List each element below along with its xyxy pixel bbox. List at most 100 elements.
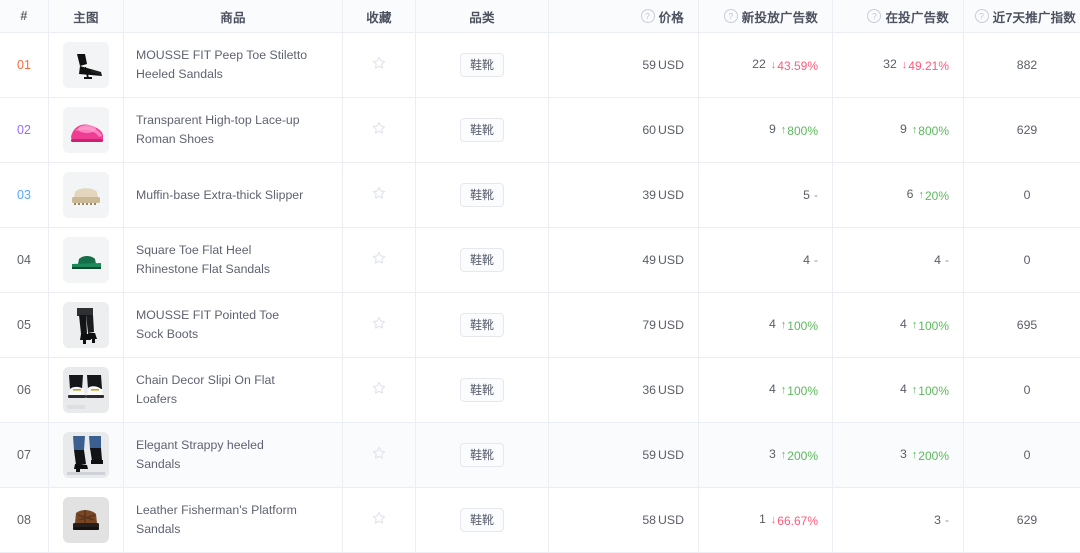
- column-header-image[interactable]: 主图: [49, 0, 124, 33]
- cell-price: 39USD: [549, 163, 699, 228]
- table-row[interactable]: 06 Chain Decor Slipi On FlatLoafers 鞋靴 3…: [0, 358, 1080, 423]
- product-name[interactable]: Chain Decor Slipi On FlatLoafers: [124, 371, 342, 409]
- star-outline-icon[interactable]: [371, 55, 387, 71]
- table-row[interactable]: 03 Muffin-base Extra-thick Slipper 鞋靴 39…: [0, 163, 1080, 228]
- table-row[interactable]: 04 Square Toe Flat HeelRhinestone Flat S…: [0, 228, 1080, 293]
- product-thumbnail-black-knee-high-sock-boot[interactable]: [63, 302, 109, 348]
- category-badge[interactable]: 鞋靴: [460, 248, 504, 272]
- product-name[interactable]: Square Toe Flat HeelRhinestone Flat Sand…: [124, 241, 342, 279]
- delta-value: 43.59%: [777, 59, 818, 73]
- cell-promo-index: 0: [964, 358, 1080, 423]
- table-row[interactable]: 07 Elegant Strappy heeledSandals 鞋靴 59US…: [0, 423, 1080, 488]
- cell-image[interactable]: [49, 228, 124, 293]
- product-thumbnail-beige-muffin-platform-slipper[interactable]: [63, 172, 109, 218]
- product-name-line1: Muffin-base Extra-thick Slipper: [136, 186, 330, 205]
- cell-product-name[interactable]: Transparent High-top Lace-upRoman Shoes: [124, 98, 343, 163]
- cell-category: 鞋靴: [416, 163, 549, 228]
- product-thumbnail-black-stiletto-heeled-sandal[interactable]: [63, 42, 109, 88]
- column-header-category[interactable]: 品类: [416, 0, 549, 33]
- cell-favorite[interactable]: [343, 488, 416, 553]
- cell-product-name[interactable]: MOUSSE FIT Peep Toe StilettoHeeled Sanda…: [124, 33, 343, 98]
- column-header-new-ads[interactable]: ? 新投放广告数: [699, 0, 833, 33]
- product-name[interactable]: Muffin-base Extra-thick Slipper: [124, 186, 342, 205]
- cell-favorite[interactable]: [343, 98, 416, 163]
- cell-favorite[interactable]: [343, 163, 416, 228]
- cell-promo-index: 695: [964, 293, 1080, 358]
- column-header-running-ads[interactable]: ? 在投广告数: [833, 0, 964, 33]
- cell-image[interactable]: [49, 33, 124, 98]
- category-badge[interactable]: 鞋靴: [460, 53, 504, 77]
- cell-image[interactable]: [49, 423, 124, 488]
- price-value: 49: [642, 253, 656, 267]
- cell-favorite[interactable]: [343, 33, 416, 98]
- cell-favorite[interactable]: [343, 358, 416, 423]
- delta-up: ↑100%: [781, 384, 818, 398]
- category-badge[interactable]: 鞋靴: [460, 508, 504, 532]
- cell-rank: 06: [0, 358, 49, 423]
- product-name-line2: Sandals: [136, 520, 330, 539]
- price-value: 79: [642, 318, 656, 332]
- cell-product-name[interactable]: Leather Fisherman's PlatformSandals: [124, 488, 343, 553]
- star-outline-icon[interactable]: [371, 185, 387, 201]
- question-circle-icon[interactable]: ?: [641, 9, 655, 23]
- cell-product-name[interactable]: Chain Decor Slipi On FlatLoafers: [124, 358, 343, 423]
- question-circle-icon[interactable]: ?: [975, 9, 989, 23]
- product-name[interactable]: Elegant Strappy heeledSandals: [124, 436, 342, 474]
- star-outline-icon[interactable]: [371, 250, 387, 266]
- cell-image[interactable]: [49, 488, 124, 553]
- arrow-up-icon: ↑: [912, 320, 918, 331]
- cell-product-name[interactable]: Muffin-base Extra-thick Slipper: [124, 163, 343, 228]
- cell-favorite[interactable]: [343, 423, 416, 488]
- category-badge[interactable]: 鞋靴: [460, 443, 504, 467]
- cell-product-name[interactable]: Elegant Strappy heeledSandals: [124, 423, 343, 488]
- cell-product-name[interactable]: MOUSSE FIT Pointed ToeSock Boots: [124, 293, 343, 358]
- category-badge[interactable]: 鞋靴: [460, 183, 504, 207]
- star-outline-icon[interactable]: [371, 120, 387, 136]
- column-header-product[interactable]: 商品: [124, 0, 343, 33]
- delta-value: 100%: [787, 319, 818, 333]
- product-ranking-table: # 主图 商品 收藏 品类 ? 价格 ?: [0, 0, 1080, 553]
- delta-value: 200%: [787, 449, 818, 463]
- product-name[interactable]: MOUSSE FIT Peep Toe StilettoHeeled Sanda…: [124, 46, 342, 84]
- delta-up: ↑800%: [912, 124, 949, 138]
- column-header-favorite[interactable]: 收藏: [343, 0, 416, 33]
- table-row[interactable]: 02 Transparent High-top Lace-upRoman Sho…: [0, 98, 1080, 163]
- running-ads-value: 32: [883, 57, 897, 71]
- product-thumbnail-green-flat-slide-sandal[interactable]: [63, 237, 109, 283]
- price-unit: USD: [658, 58, 684, 72]
- question-circle-icon[interactable]: ?: [724, 9, 738, 23]
- delta-down: ↓66.67%: [771, 514, 818, 528]
- cell-image[interactable]: [49, 358, 124, 423]
- rank-value: 05: [17, 318, 31, 332]
- product-thumbnail-pink-transparent-roman-shoe[interactable]: [63, 107, 109, 153]
- product-name[interactable]: Leather Fisherman's PlatformSandals: [124, 501, 342, 539]
- star-outline-icon[interactable]: [371, 380, 387, 396]
- price-value: 59: [642, 58, 656, 72]
- question-circle-icon[interactable]: ?: [867, 9, 881, 23]
- table-row[interactable]: 01 MOUSSE FIT Peep Toe StilettoHeeled Sa…: [0, 33, 1080, 98]
- product-thumbnail-white-chain-loafer[interactable]: [63, 367, 109, 413]
- cell-image[interactable]: [49, 98, 124, 163]
- running-ads-value: 3: [900, 447, 907, 461]
- cell-image[interactable]: [49, 293, 124, 358]
- product-name[interactable]: MOUSSE FIT Pointed ToeSock Boots: [124, 306, 342, 344]
- table-row[interactable]: 08 Leather Fisherman's PlatformSandals 鞋…: [0, 488, 1080, 553]
- product-name[interactable]: Transparent High-top Lace-upRoman Shoes: [124, 111, 342, 149]
- column-header-promo-index[interactable]: ? 近7天推广指数: [964, 0, 1080, 33]
- table-row[interactable]: 05 MOUSSE FIT Pointed ToeSock Boots 鞋靴 7…: [0, 293, 1080, 358]
- star-outline-icon[interactable]: [371, 315, 387, 331]
- category-badge[interactable]: 鞋靴: [460, 118, 504, 142]
- star-outline-icon[interactable]: [371, 510, 387, 526]
- category-badge[interactable]: 鞋靴: [460, 313, 504, 337]
- product-thumbnail-black-strappy-heeled-sandal[interactable]: [63, 432, 109, 478]
- category-badge[interactable]: 鞋靴: [460, 378, 504, 402]
- cell-favorite[interactable]: [343, 293, 416, 358]
- column-header-rank[interactable]: #: [0, 0, 49, 33]
- cell-product-name[interactable]: Square Toe Flat HeelRhinestone Flat Sand…: [124, 228, 343, 293]
- arrow-down-icon: ↓: [902, 60, 908, 71]
- product-thumbnail-brown-fisherman-platform-sandal[interactable]: [63, 497, 109, 543]
- column-header-price[interactable]: ? 价格: [549, 0, 699, 33]
- star-outline-icon[interactable]: [371, 445, 387, 461]
- cell-favorite[interactable]: [343, 228, 416, 293]
- cell-image[interactable]: [49, 163, 124, 228]
